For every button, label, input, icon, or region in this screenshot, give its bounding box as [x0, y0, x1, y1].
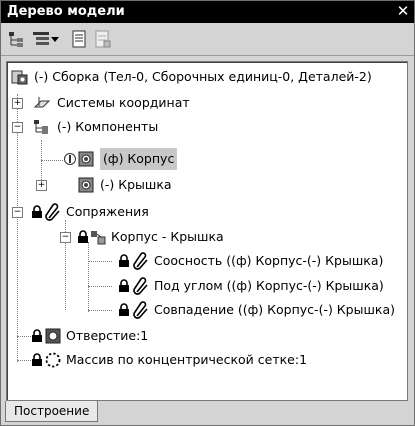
mate-group-icon	[91, 231, 106, 245]
hole-icon	[45, 328, 61, 344]
close-icon[interactable]: ✕	[395, 3, 411, 19]
coordinate-system-icon	[33, 97, 51, 108]
tab-bar: Построение	[1, 401, 414, 425]
paperclip-icon	[133, 277, 148, 295]
tree-node-label: Сопряжения	[66, 204, 149, 219]
tree-connector	[17, 360, 31, 361]
dropdown-arrow-icon[interactable]	[50, 29, 60, 49]
lock-icon	[119, 279, 129, 292]
tree-node-label: Массив по концентрической сетке:1	[66, 352, 308, 367]
tree-connector	[17, 94, 18, 362]
lock-icon	[32, 353, 42, 366]
panel-title: Дерево модели	[7, 4, 125, 19]
lock-icon	[32, 205, 42, 218]
tree-node-label: Системы координат	[57, 95, 190, 110]
expand-plus-icon[interactable]: +	[36, 180, 47, 191]
tree-connector	[88, 242, 89, 312]
collapse-minus-icon[interactable]: −	[12, 122, 23, 133]
paperclip-icon	[45, 203, 60, 221]
paperclip-icon	[133, 301, 148, 319]
tree-node-label: (-) Крышка	[100, 177, 172, 192]
tree-connector	[88, 310, 112, 311]
tree-node-label: (-) Сборка (Тел-0, Сборочных единиц-0, Д…	[34, 69, 372, 84]
tree-connector	[88, 286, 112, 287]
lock-icon	[78, 230, 88, 243]
assembly-icon	[11, 70, 28, 85]
properties-icon[interactable]	[93, 29, 113, 49]
title-bar: Дерево модели ✕	[1, 1, 414, 23]
tree-node-label: Совпадение ((ф) Корпус-(-) Крышка)	[154, 302, 396, 317]
part-icon	[78, 177, 94, 193]
tree-structure-icon[interactable]	[7, 29, 27, 49]
tree-node-label: Под углом ((ф) Корпус-(-) Крышка)	[154, 278, 384, 293]
collapse-minus-icon[interactable]: −	[12, 207, 23, 218]
tree-node-label: Корпус - Крышка	[111, 229, 224, 244]
tree-node-label: (-) Компоненты	[57, 119, 159, 134]
circular-pattern-icon	[45, 352, 61, 368]
tree-node-label-selected: (ф) Корпус	[100, 148, 178, 170]
tree-node-label: Отверстие:1	[66, 328, 149, 343]
fixed-component-icon	[64, 153, 76, 165]
tree-connector	[88, 261, 112, 262]
lock-icon	[119, 254, 129, 267]
tree-view-icon[interactable]	[31, 29, 51, 49]
model-tree-panel: Дерево модели ✕ (-) Сборка (Тел-0, Сборо…	[0, 0, 415, 426]
tree-connector	[41, 160, 63, 161]
tree-node-label: Соосность ((ф) Корпус-(-) Крышка)	[154, 253, 384, 268]
components-icon	[34, 120, 48, 134]
lock-icon	[119, 303, 129, 316]
paperclip-icon	[133, 252, 148, 270]
lock-icon	[32, 329, 42, 342]
list-icon[interactable]	[69, 29, 89, 49]
model-tree: (-) Сборка (Тел-0, Сборочных единиц-0, Д…	[6, 61, 408, 401]
tab-build[interactable]: Построение	[5, 401, 99, 422]
toolbar	[1, 23, 414, 56]
collapse-minus-icon[interactable]: −	[60, 232, 71, 243]
part-icon	[78, 151, 94, 167]
expand-plus-icon[interactable]: +	[12, 98, 23, 109]
